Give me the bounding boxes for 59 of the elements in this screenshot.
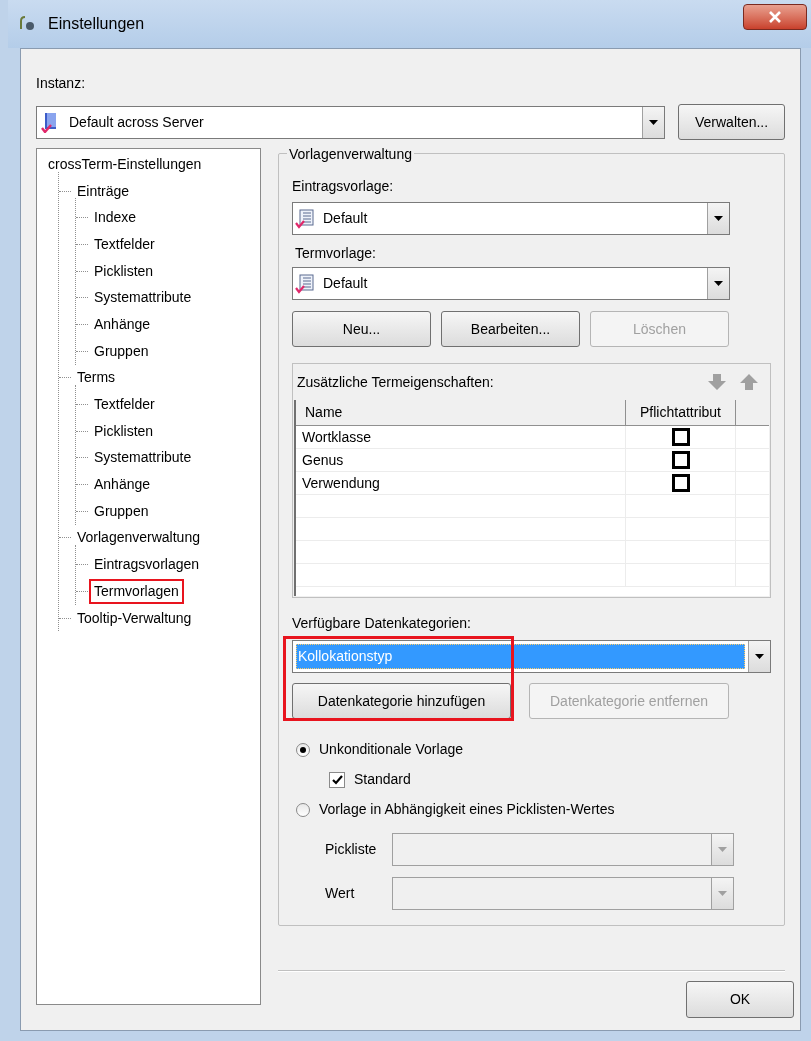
column-header: Name xyxy=(296,400,626,425)
caret-icon xyxy=(755,654,764,659)
table-cell: Genus xyxy=(296,449,626,471)
tree-item[interactable]: Picklisten xyxy=(89,418,159,444)
option-label: Unkonditionale Vorlage xyxy=(319,740,463,759)
list-check-icon xyxy=(295,273,315,294)
required-checkbox[interactable] xyxy=(671,474,690,492)
app-icon xyxy=(18,15,36,33)
window-title: Einstellungen xyxy=(48,14,145,34)
tree-item[interactable]: Indexe xyxy=(89,205,142,231)
tree-item[interactable]: Anhänge xyxy=(89,472,156,498)
instance-dropdown[interactable]: Default across Server xyxy=(36,105,666,139)
caret-icon xyxy=(714,216,723,221)
field-label: Pickliste xyxy=(325,840,378,859)
tree-item[interactable]: Tooltip-Verwaltung xyxy=(72,605,197,631)
tree-item[interactable]: Einträge xyxy=(72,178,135,204)
table-cell: Verwendung xyxy=(296,472,626,494)
tree-item[interactable]: Terms xyxy=(72,365,121,391)
tree-item[interactable]: Gruppen xyxy=(89,498,154,524)
panel-title: Zusätzliche Termeigenschaften: xyxy=(297,372,495,392)
checkbox[interactable] xyxy=(329,771,345,788)
data-category-button[interactable]: Datenkategorie hinzufügen xyxy=(292,683,511,719)
close-button[interactable] xyxy=(743,4,807,30)
field-label: Wert xyxy=(325,884,356,903)
close-icon xyxy=(768,11,782,23)
tree-item[interactable]: Systemattribute xyxy=(89,445,197,471)
option-label: Vorlage in Abhängigkeit eines Picklisten-Wertes xyxy=(319,800,615,819)
caret-icon xyxy=(718,891,727,896)
ok-button[interactable]: OK xyxy=(686,981,794,1018)
field-label: Eintragsvorlage: xyxy=(292,177,395,196)
tree-item[interactable]: Vorlagenverwaltung xyxy=(72,525,205,551)
field-label: Verfügbare Datenkategorien: xyxy=(292,614,472,633)
caret-icon xyxy=(718,847,727,852)
manage-button[interactable]: Verwalten... xyxy=(678,104,785,140)
caret-icon xyxy=(649,119,659,125)
radio-button[interactable] xyxy=(296,802,310,817)
tree-item[interactable]: Anhänge xyxy=(89,311,156,337)
table-cell: Wortklasse xyxy=(296,426,626,448)
required-checkbox[interactable] xyxy=(671,451,690,469)
required-checkbox[interactable] xyxy=(671,428,690,446)
tree-item[interactable]: crossTerm-Einstellungen xyxy=(43,151,207,177)
template-button[interactable]: Bearbeiten... xyxy=(441,311,580,347)
radio-button[interactable] xyxy=(296,742,310,757)
tree-item[interactable]: Gruppen xyxy=(89,338,154,364)
entry-template-dropdown[interactable]: Default xyxy=(292,202,730,235)
list-check-icon xyxy=(295,208,315,229)
tree-item[interactable]: Eintragsvorlagen xyxy=(89,552,205,578)
tree-item[interactable]: Termvorlagen xyxy=(89,578,184,604)
column-header: Pflichtattribut xyxy=(626,400,736,425)
tree-item[interactable]: Picklisten xyxy=(89,258,159,284)
tree-item[interactable]: Textfelder xyxy=(89,231,160,257)
option-label: Standard xyxy=(354,770,411,789)
field-label: Termvorlage: xyxy=(295,244,377,263)
tree-item[interactable]: Textfelder xyxy=(89,392,160,418)
caret-icon xyxy=(714,281,723,286)
template-button[interactable]: Neu... xyxy=(292,311,431,347)
instance-label: Instanz: xyxy=(36,74,87,93)
term-template-dropdown[interactable]: Default xyxy=(292,267,730,300)
tree-item[interactable]: Systemattribute xyxy=(89,285,197,311)
